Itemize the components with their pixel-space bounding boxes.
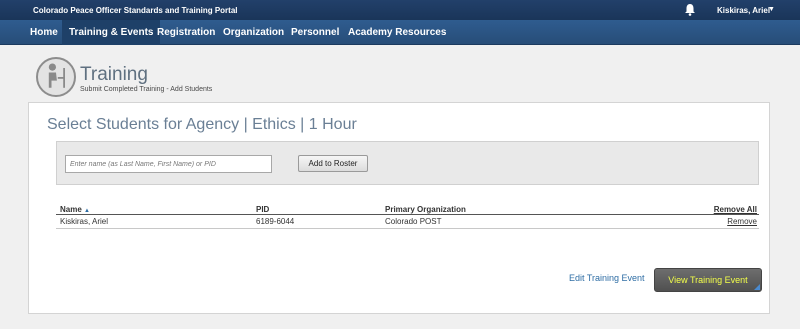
page-subtitle: Submit Completed Training - Add Students bbox=[80, 86, 213, 93]
corner-accent-icon bbox=[754, 284, 760, 290]
view-training-event-label: View Training Event bbox=[668, 275, 748, 285]
edit-training-event-link[interactable]: Edit Training Event bbox=[569, 273, 645, 283]
column-header-name[interactable]: Name ▲ bbox=[60, 205, 90, 214]
nav-registration[interactable]: Registration bbox=[150, 20, 222, 45]
section-title: Select Students for Agency | Ethics | 1 … bbox=[47, 116, 357, 133]
nav-home[interactable]: Home bbox=[23, 20, 65, 45]
cell-organization: Colorado POST bbox=[385, 217, 442, 226]
user-menu[interactable]: Kiskiras, Ariel bbox=[717, 6, 770, 15]
add-to-roster-button[interactable]: Add to Roster bbox=[298, 155, 368, 172]
roster-card: Select Students for Agency | Ethics | 1 … bbox=[28, 102, 770, 314]
remove-link[interactable]: Remove bbox=[727, 217, 757, 226]
view-training-event-button[interactable]: View Training Event bbox=[654, 268, 762, 292]
nav-personnel[interactable]: Personnel bbox=[284, 20, 346, 45]
roster-table: Name ▲ PID Primary Organization Remove A… bbox=[56, 203, 759, 229]
training-icon bbox=[36, 57, 76, 97]
nav-training-events[interactable]: Training & Events bbox=[62, 20, 161, 45]
column-header-pid: PID bbox=[256, 205, 270, 214]
search-panel: Add to Roster bbox=[56, 141, 759, 185]
page-title: Training bbox=[80, 64, 148, 85]
cell-pid: 6189-6044 bbox=[256, 217, 295, 226]
cell-name: Kiskiras, Ariel bbox=[60, 217, 109, 226]
sort-asc-icon: ▲ bbox=[84, 208, 90, 214]
portal-title: Colorado Peace Officer Standards and Tra… bbox=[33, 6, 238, 15]
chevron-down-icon[interactable]: ▼ bbox=[768, 6, 775, 13]
top-bar: Colorado Peace Officer Standards and Tra… bbox=[0, 0, 800, 20]
nav-organization[interactable]: Organization bbox=[216, 20, 291, 45]
nav-academy-resources[interactable]: Academy Resources bbox=[341, 20, 453, 45]
search-input[interactable] bbox=[65, 155, 272, 173]
remove-all-link[interactable]: Remove All bbox=[714, 205, 757, 214]
main-nav: Home Training & Events Registration Orga… bbox=[0, 20, 800, 45]
table-row: Kiskiras, Ariel 6189-6044 Colorado POST … bbox=[56, 215, 759, 229]
table-header: Name ▲ PID Primary Organization Remove A… bbox=[56, 203, 759, 215]
column-header-organization: Primary Organization bbox=[385, 205, 466, 214]
bell-icon[interactable] bbox=[684, 3, 696, 16]
